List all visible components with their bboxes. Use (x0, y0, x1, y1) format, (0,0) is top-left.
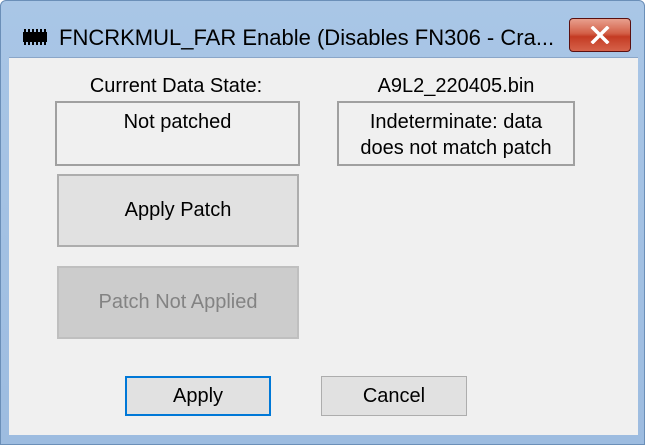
dialog-window: FNCRKMUL_FAR Enable (Disables FN306 - Cr… (0, 0, 645, 445)
current-state-box: Not patched (55, 101, 300, 166)
file-state-box: Indeterminate: data does not match patch (337, 101, 575, 166)
window-title: FNCRKMUL_FAR Enable (Disables FN306 - Cr… (59, 25, 555, 50)
dialog-client-area: Current Data State: A9L2_220405.bin Not … (9, 57, 638, 435)
close-icon (590, 26, 610, 44)
patch-not-applied-button[interactable]: Patch Not Applied (57, 266, 299, 339)
close-button[interactable] (569, 18, 631, 52)
apply-button[interactable]: Apply (125, 376, 271, 416)
current-data-state-label: Current Data State: (89, 75, 263, 97)
file-name-label: A9L2_220405.bin (377, 75, 535, 97)
apply-patch-button[interactable]: Apply Patch (57, 174, 299, 247)
current-state-text: Not patched (123, 111, 232, 133)
file-state-line-1: Indeterminate: data (369, 111, 543, 133)
file-state-line-2: does not match patch (360, 137, 552, 159)
cancel-button[interactable]: Cancel (321, 376, 467, 416)
title-bar[interactable]: FNCRKMUL_FAR Enable (Disables FN306 - Cr… (1, 1, 644, 57)
chip-icon (23, 29, 47, 45)
